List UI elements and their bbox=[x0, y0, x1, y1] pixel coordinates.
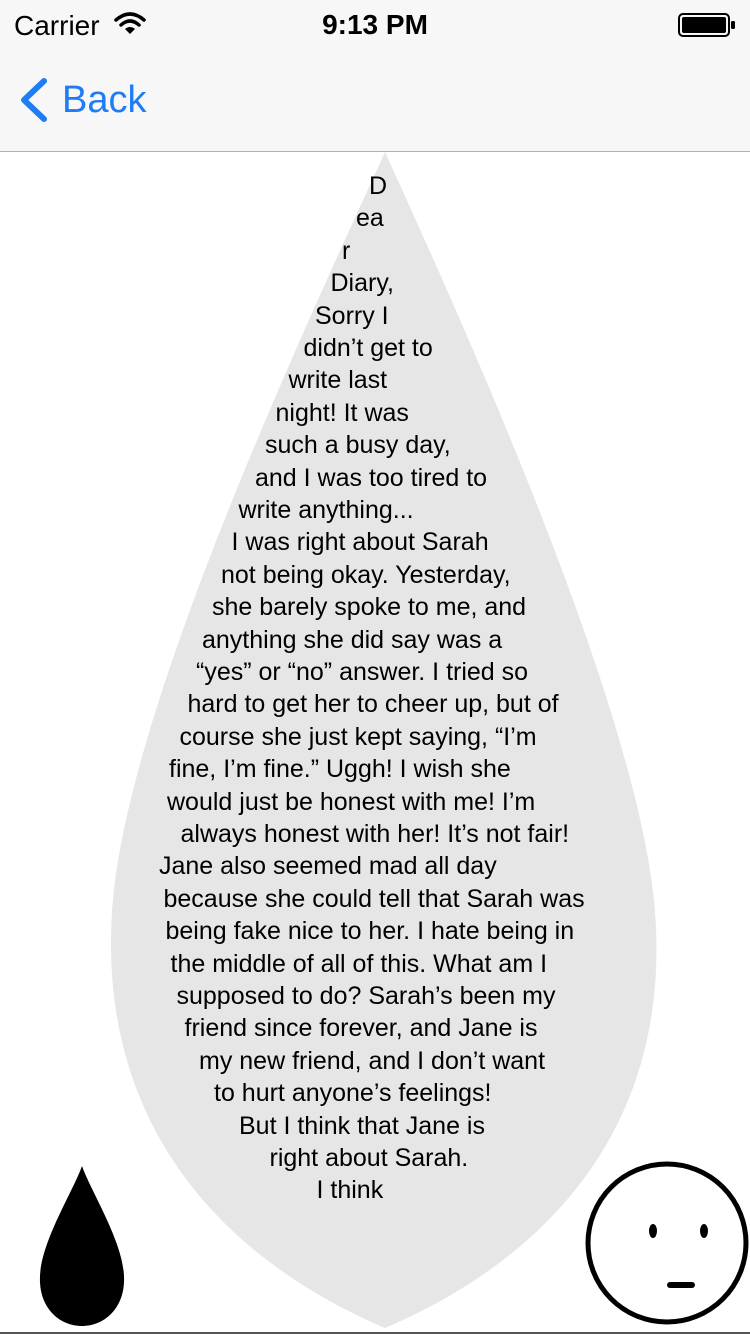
diary-line: not being okay. Yesterday, bbox=[221, 560, 511, 589]
ink-drop-icon[interactable] bbox=[38, 1164, 126, 1328]
diary-line: But I think that Jane is bbox=[239, 1111, 485, 1140]
diary-line: anything she did say was a bbox=[202, 625, 503, 654]
diary-line: she barely spoke to me, and bbox=[212, 593, 527, 622]
diary-line: hard to get her to cheer up, but of bbox=[187, 690, 559, 719]
diary-line: to hurt anyone’s feelings! bbox=[214, 1079, 492, 1108]
diary-line: Diary, bbox=[330, 269, 394, 298]
back-label: Back bbox=[62, 79, 147, 121]
diary-line: “yes” or “no” answer. I tried so bbox=[196, 658, 529, 686]
diary-line: my new friend, and I don’t want bbox=[199, 1046, 546, 1075]
diary-line: didn’t get to bbox=[303, 334, 433, 362]
diary-line: I was right about Sarah bbox=[231, 528, 489, 557]
diary-line: friend since forever, and Jane is bbox=[184, 1014, 538, 1043]
diary-line: night! It was bbox=[275, 398, 409, 427]
status-bar: Carrier 9:13 PM bbox=[0, 0, 750, 41]
diary-line: write anything... bbox=[238, 496, 414, 524]
diary-line: I think bbox=[316, 1176, 384, 1205]
diary-line: always honest with her! It’s not fair! bbox=[180, 820, 570, 848]
neutral-face-icon[interactable] bbox=[584, 1160, 750, 1326]
chevron-left-icon bbox=[21, 78, 47, 122]
status-time: 9:13 PM bbox=[322, 9, 428, 40]
diary-line: Sorry I bbox=[315, 301, 389, 330]
diary-line: the middle of all of this. What am I bbox=[170, 949, 548, 978]
battery-icon bbox=[678, 13, 735, 37]
diary-drop: Dea r Diary, Sorry I didn’t get to write last… bbox=[0, 152, 750, 1334]
diary-line: because she could tell that Sarah was bbox=[163, 884, 585, 913]
diary-line: being fake nice to her. I hate being in bbox=[165, 917, 575, 946]
diary-line: and I was too tired to bbox=[255, 463, 488, 492]
back-button[interactable]: Back bbox=[16, 74, 146, 126]
diary-line: r bbox=[342, 236, 351, 265]
diary-line: write last bbox=[288, 366, 388, 395]
diary-line: ea bbox=[356, 204, 384, 233]
diary-line: fine, I’m fine.” Uggh! I wish she bbox=[169, 755, 511, 784]
diary-line: Jane also seemed mad all day bbox=[159, 852, 497, 881]
diary-line: would just be honest with me! I’m bbox=[167, 787, 536, 816]
diary-line: right about Sarah. bbox=[269, 1144, 469, 1172]
diary-line: supposed to do? Sarah’s been my bbox=[176, 982, 556, 1010]
diary-line: such a busy day, bbox=[265, 431, 451, 460]
diary-line: D bbox=[369, 172, 388, 200]
diary-line: course she just kept saying, “I’m bbox=[179, 722, 537, 751]
navigation-bar: Back bbox=[0, 40, 750, 152]
